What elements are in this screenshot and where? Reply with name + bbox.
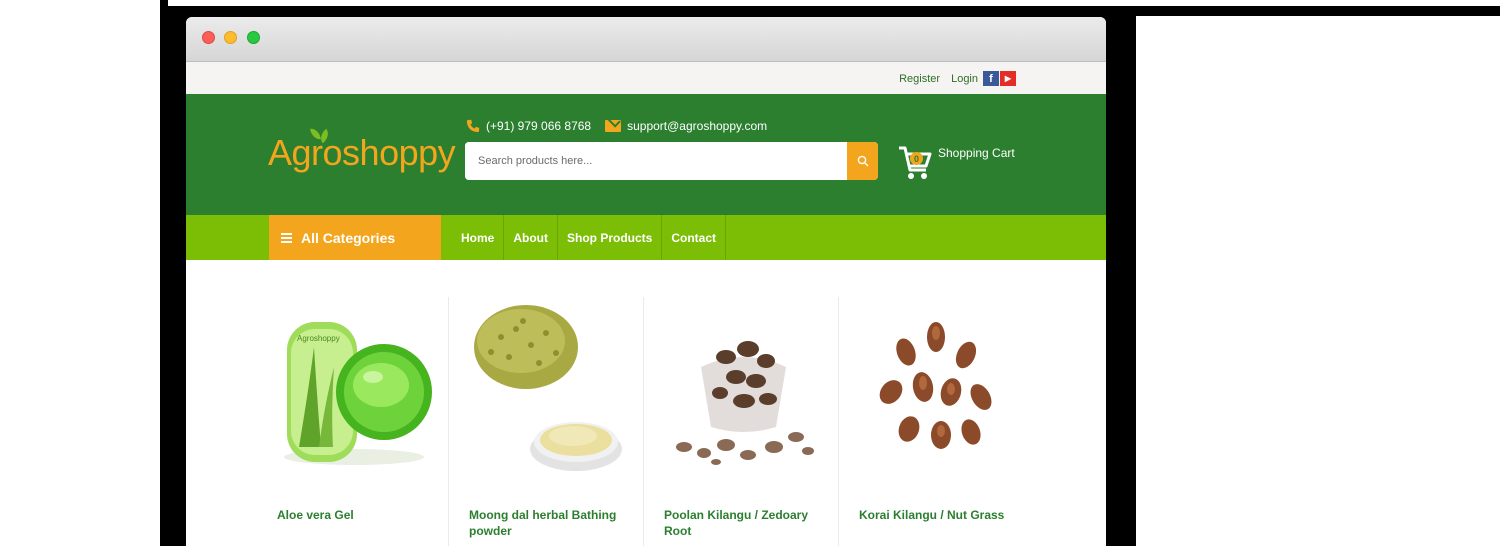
search-bar (465, 142, 878, 180)
cart-icon: 0 (898, 144, 932, 182)
search-input[interactable] (465, 142, 847, 180)
product-card[interactable]: Agroshoppy Aloe vera Gel (257, 297, 451, 546)
nav-about[interactable]: About (504, 215, 558, 260)
hamburger-icon (281, 232, 292, 243)
nav-menu: Home About Shop Products Contact (452, 215, 727, 260)
close-window-button[interactable] (202, 31, 215, 44)
zedoary-root-image[interactable] (656, 297, 826, 477)
site-header: Agroshoppy (+91) 979 066 8768 support@ag… (186, 94, 1106, 215)
product-card[interactable]: Korai Kilangu / Nut Grass (838, 297, 1033, 546)
product-card[interactable]: Moong dal herbal Bathing powder (448, 297, 643, 546)
facebook-icon[interactable]: f (983, 71, 999, 86)
search-button[interactable] (847, 142, 878, 180)
phone-icon (466, 119, 480, 133)
product-card[interactable]: Poolan Kilangu / Zedoary Root (643, 297, 838, 546)
logo-text: Agroshoppy (268, 132, 456, 173)
mail-icon (605, 120, 622, 132)
nut-grass-image[interactable] (851, 297, 1021, 477)
browser-titlebar (186, 17, 1106, 62)
minimize-window-button[interactable] (224, 31, 237, 44)
phone-contact: (+91) 979 066 8768 (466, 119, 591, 133)
nav-shop-products[interactable]: Shop Products (558, 215, 663, 260)
browser-window: Register Login f ▶ Agroshoppy (+91) 979 … (186, 17, 1106, 546)
product-name[interactable]: Korai Kilangu / Nut Grass (859, 507, 1024, 523)
nav-contact[interactable]: Contact (662, 215, 727, 260)
email-contact: support@agroshoppy.com (605, 119, 767, 133)
page-background (1136, 16, 1500, 546)
register-link[interactable]: Register (899, 73, 940, 85)
youtube-icon[interactable]: ▶ (1000, 71, 1016, 86)
maximize-window-button[interactable] (247, 31, 260, 44)
top-strip: Register Login f ▶ (186, 62, 1106, 94)
aloe-vera-gel-image[interactable]: Agroshoppy (269, 297, 439, 477)
shopping-cart[interactable]: 0 Shopping Cart (898, 144, 1015, 182)
email-address[interactable]: support@agroshoppy.com (627, 119, 767, 133)
product-name[interactable]: Poolan Kilangu / Zedoary Root (664, 507, 829, 539)
nav-home[interactable]: Home (452, 215, 505, 260)
cart-label: Shopping Cart (938, 146, 1015, 160)
phone-number[interactable]: (+91) 979 066 8768 (486, 119, 591, 133)
svg-text:Agroshoppy: Agroshoppy (297, 334, 340, 343)
search-icon (857, 155, 868, 167)
product-grid: Agroshoppy Aloe vera Gel Moong dal herba… (186, 262, 1106, 546)
main-navigation: All Categories Home About Shop Products … (186, 215, 1106, 260)
contact-info: (+91) 979 066 8768 support@agroshoppy.co… (466, 119, 767, 133)
all-categories-label: All Categories (301, 229, 396, 246)
frame-notch (168, 0, 1500, 6)
product-name[interactable]: Moong dal herbal Bathing powder (469, 507, 634, 539)
moong-dal-image[interactable] (461, 297, 631, 477)
site-logo[interactable]: Agroshoppy (268, 127, 456, 174)
product-name[interactable]: Aloe vera Gel (277, 507, 442, 523)
account-links: Register Login f ▶ (899, 71, 1016, 86)
login-link[interactable]: Login (951, 73, 978, 85)
cart-count-badge: 0 (910, 152, 923, 165)
all-categories-button[interactable]: All Categories (269, 215, 441, 260)
